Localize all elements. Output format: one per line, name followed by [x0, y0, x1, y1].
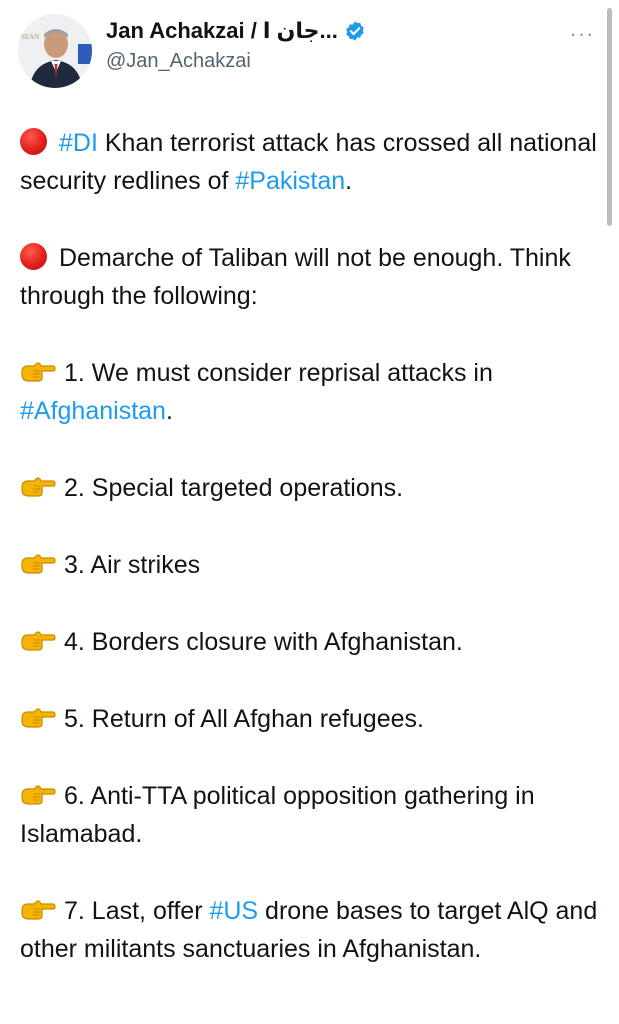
red-circle-icon [20, 243, 47, 270]
avatar-logo-text: SEAN [21, 33, 39, 41]
hashtag-link[interactable]: #DI [59, 129, 98, 157]
pointing-hand-icon [20, 894, 56, 920]
tweet-text-segment: 5. Return of All Afghan refugees. [64, 705, 424, 733]
pointing-hand-icon [20, 702, 56, 728]
tweet-paragraph: 1. We must consider reprisal attacks in … [20, 354, 600, 430]
pointing-hand-icon [20, 548, 56, 574]
hashtag-link[interactable]: #US [209, 897, 258, 925]
tweet-text-segment: 7. Last, offer [64, 897, 210, 925]
tweet-paragraph: Demarche of Taliban will not be enough. … [20, 239, 600, 315]
more-options-button[interactable]: ··· [566, 23, 598, 45]
display-name[interactable]: Jan Achakzai / جان ا... [106, 18, 338, 44]
tweet-text-segment: 4. Borders closure with Afghanistan. [64, 628, 463, 656]
tweet-paragraph: 3. Air strikes [20, 546, 600, 584]
tweet-text-segment: 3. Air strikes [64, 551, 201, 579]
red-circle-icon [20, 128, 47, 155]
name-row: Jan Achakzai / جان ا... [106, 18, 366, 44]
pointing-hand-icon [20, 779, 56, 805]
tweet-paragraph: 6. Anti-TTA political opposition gatheri… [20, 777, 600, 853]
avatar[interactable]: SEAN [18, 14, 92, 88]
tweet-paragraph: 2. Special targeted operations. [20, 469, 600, 507]
tweet-paragraph: 7. Last, offer #US drone bases to target… [20, 892, 600, 968]
tweet-paragraph: 4. Borders closure with Afghanistan. [20, 623, 600, 661]
tweet-text: #DI Khan terrorist attack has crossed al… [20, 124, 600, 968]
scrollbar[interactable] [607, 8, 612, 226]
pointing-hand-icon [20, 471, 56, 497]
hashtag-link[interactable]: #Pakistan [235, 167, 345, 195]
tweet-text-segment: 1. We must consider reprisal attacks in [64, 359, 493, 387]
tweet-paragraph: #DI Khan terrorist attack has crossed al… [20, 124, 600, 200]
pointing-hand-icon [20, 625, 56, 651]
avatar-image: SEAN [18, 14, 92, 88]
tweet-text-segment: . [345, 167, 353, 195]
verified-badge-icon [344, 20, 366, 42]
tweet-paragraph: 5. Return of All Afghan refugees. [20, 700, 600, 738]
tweet-text-segment: . [165, 397, 173, 425]
tweet-header: SEAN Jan Achakzai / جان ا... @Jan_Achakz… [0, 0, 619, 100]
pointing-hand-icon [20, 356, 56, 382]
tweet-text-segment: 2. Special targeted operations. [64, 474, 404, 502]
tweet-text-segment: 6. Anti-TTA political opposition gatheri… [20, 782, 535, 848]
tweet-text-segment: Demarche of Taliban will not be enough. … [20, 244, 571, 310]
user-handle[interactable]: @Jan_Achakzai [106, 50, 251, 73]
hashtag-link[interactable]: #Afghanistan [20, 397, 166, 425]
